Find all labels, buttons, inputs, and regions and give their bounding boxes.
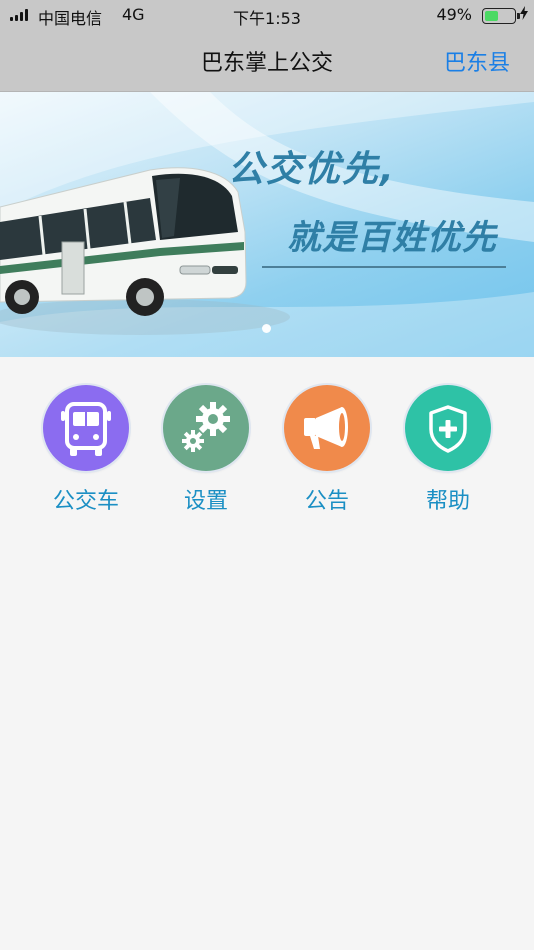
banner-carousel[interactable]: 公交优先, 就是百姓优先	[0, 92, 534, 357]
menu-item-settings[interactable]: 设置	[151, 385, 261, 515]
bus-image	[0, 167, 247, 316]
nav-bar: 巴东掌上公交 巴东县	[0, 30, 534, 92]
banner-slogan-line1: 公交优先,	[228, 149, 396, 190]
menu-item-help[interactable]: 帮助	[393, 385, 503, 515]
battery-percent: 49%	[436, 5, 472, 24]
charging-bolt-icon	[520, 6, 528, 20]
shield-plus-icon[interactable]	[405, 385, 491, 471]
region-selector-button[interactable]: 巴东县	[444, 45, 510, 77]
banner-slogan-line2: 就是百姓优先	[287, 218, 497, 258]
battery-icon	[482, 8, 520, 24]
carousel-dot[interactable]	[262, 324, 271, 333]
megaphone-icon[interactable]	[284, 385, 370, 471]
carousel-page-indicator[interactable]	[262, 324, 271, 333]
menu-item-bus[interactable]: 公交车	[31, 385, 141, 515]
battery-level	[485, 11, 498, 21]
menu-label-help: 帮助	[425, 489, 470, 514]
menu-label-settings: 设置	[183, 489, 228, 514]
menu-label-bus: 公交车	[52, 489, 119, 514]
gears-icon[interactable]	[163, 385, 249, 471]
status-bar: 中国电信 4G 下午1:53 49%	[0, 0, 534, 30]
menu-label-announcement: 公告	[304, 489, 349, 514]
bus-icon[interactable]	[43, 385, 129, 471]
feature-menu: 公交车 设置 公告 帮助	[0, 357, 534, 950]
banner-divider	[262, 266, 506, 268]
menu-item-announcement[interactable]: 公告	[272, 385, 382, 515]
